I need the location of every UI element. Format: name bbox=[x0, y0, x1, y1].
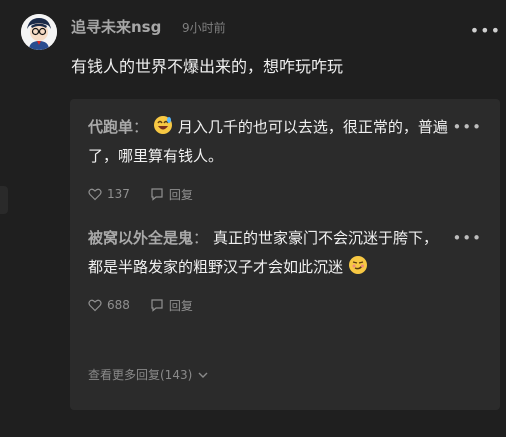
heart-icon bbox=[88, 188, 102, 201]
comment-time: 9小时前 bbox=[182, 21, 226, 35]
reply-box: 代跑单： 月入几千的也可以去选，很正常的，普遍了，哪里算有钱人。 ••• 137 bbox=[70, 99, 500, 410]
avatar-icon bbox=[21, 14, 57, 50]
smirk-emoji bbox=[348, 256, 367, 274]
reply-author[interactable]: 代跑单 bbox=[88, 118, 133, 136]
heart-icon bbox=[88, 299, 102, 312]
view-more-label: 查看更多回复(143) bbox=[88, 368, 193, 382]
reply-more-button[interactable]: ••• bbox=[452, 113, 482, 142]
like-count: 688 bbox=[107, 298, 130, 312]
grinning-sweat-emoji bbox=[154, 116, 173, 134]
reply-actions: 688 回复 bbox=[88, 295, 482, 315]
comment-icon bbox=[151, 188, 163, 201]
reply-item: 被窝以外全是鬼： 真正的世家豪门不会沉迷于胯下，都是半路发家的粗野汉子才会如此沉迷… bbox=[88, 224, 482, 315]
reply-button[interactable]: 回复 bbox=[150, 297, 193, 314]
reply-item: 代跑单： 月入几千的也可以去选，很正常的，普遍了，哪里算有钱人。 ••• 137 bbox=[88, 113, 482, 204]
reply-colon: ： bbox=[193, 229, 209, 247]
reply-actions: 137 回复 bbox=[88, 184, 482, 204]
view-more-replies-button[interactable]: 查看更多回复(143) bbox=[88, 366, 209, 383]
reply-colon: ： bbox=[133, 118, 149, 136]
reply-label: 回复 bbox=[168, 298, 193, 313]
chevron-down-icon bbox=[198, 372, 208, 378]
reply-label: 回复 bbox=[168, 187, 193, 202]
comment-author[interactable]: 追寻未来nsg bbox=[71, 16, 161, 37]
comment-icon bbox=[151, 299, 163, 312]
comment-more-button[interactable]: ••• bbox=[470, 21, 501, 40]
like-button[interactable]: 688 bbox=[88, 298, 130, 312]
reply-text-block: 被窝以外全是鬼： 真正的世家豪门不会沉迷于胯下，都是半路发家的粗野汉子才会如此沉迷… bbox=[88, 224, 482, 282]
reply-author[interactable]: 被窝以外全是鬼 bbox=[88, 229, 193, 247]
like-count: 137 bbox=[107, 187, 130, 201]
side-scroll-handle[interactable] bbox=[0, 186, 8, 214]
reply-button[interactable]: 回复 bbox=[150, 186, 193, 203]
reply-text-block: 代跑单： 月入几千的也可以去选，很正常的，普遍了，哪里算有钱人。 ••• bbox=[88, 113, 482, 171]
avatar[interactable] bbox=[21, 14, 57, 50]
reply-more-button[interactable]: ••• bbox=[452, 224, 482, 253]
like-button[interactable]: 137 bbox=[88, 187, 130, 201]
comment-text: 有钱人的世界不爆出来的，想咋玩咋玩 bbox=[71, 57, 344, 76]
